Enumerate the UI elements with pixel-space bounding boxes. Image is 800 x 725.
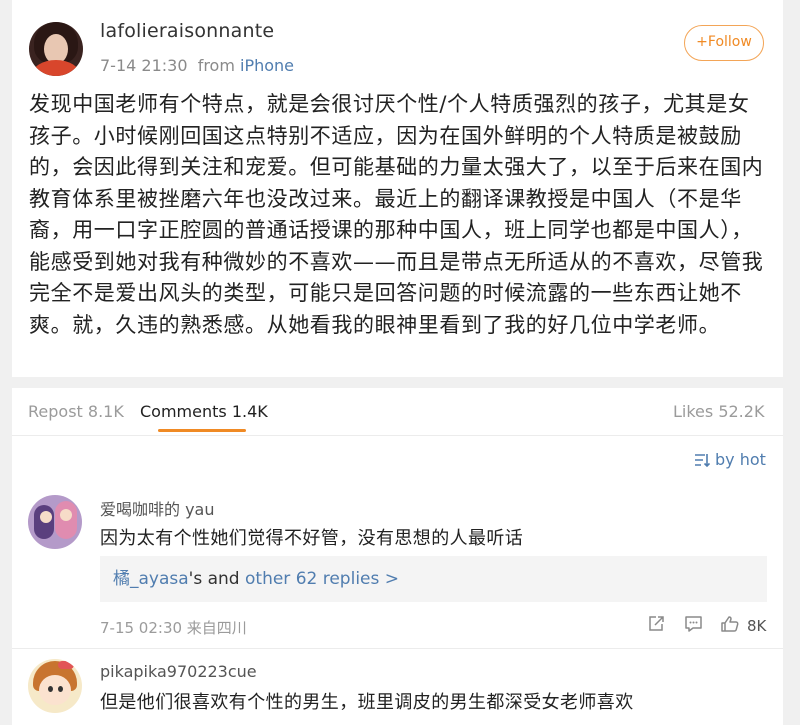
- post-time: 7-14 21:30: [100, 56, 188, 75]
- commenter-username[interactable]: pikapika970223cue: [100, 662, 257, 681]
- active-tab-indicator: [158, 429, 246, 432]
- comment-text: 但是他们很喜欢有个性的男生，班里调皮的男生都深受女老师喜欢: [100, 692, 634, 713]
- sort-icon: [695, 454, 711, 468]
- commenter-avatar[interactable]: [28, 495, 82, 549]
- sort-by-hot-button[interactable]: by hot: [694, 450, 766, 469]
- tab-repost[interactable]: Repost 8.1K: [28, 402, 124, 421]
- replies-mid-text: 's and: [188, 569, 245, 589]
- comment-time: 7-15 02:30 来自四川: [100, 619, 247, 637]
- like-icon[interactable]: [720, 615, 740, 637]
- post-from-label: from: [197, 56, 235, 75]
- author-username[interactable]: lafolieraisonnante: [100, 20, 274, 42]
- sort-label: by hot: [715, 450, 766, 469]
- commenter-avatar[interactable]: [28, 659, 82, 713]
- post-source: iPhone: [240, 56, 295, 75]
- reply-user-link[interactable]: 橘_ayasa: [113, 569, 189, 589]
- share-icon[interactable]: [647, 615, 665, 637]
- tab-comments[interactable]: Comments 1.4K: [140, 402, 268, 421]
- replies-summary[interactable]: 橘_ayasa's and other 62 replies >: [100, 556, 767, 602]
- tab-likes[interactable]: Likes 52.2K: [673, 402, 764, 421]
- post-card: lafolieraisonnante 7-14 21:30 from iPhon…: [12, 0, 783, 377]
- more-replies-link[interactable]: other 62 replies >: [245, 569, 399, 589]
- divider: [12, 648, 783, 649]
- follow-button[interactable]: +Follow: [684, 25, 764, 61]
- comments-card: Repost 8.1K Comments 1.4K Likes 52.2K by…: [12, 388, 783, 725]
- like-count: 8K: [747, 617, 767, 635]
- divider: [12, 435, 783, 436]
- comment-text: 因为太有个性她们觉得不好管，没有思想的人最听话: [100, 528, 524, 549]
- author-avatar[interactable]: [29, 22, 83, 76]
- comment-icon[interactable]: [684, 615, 703, 637]
- post-text: 发现中国老师有个特点，就是会很讨厌个性/个人特质强烈的孩子，尤其是女孩子。小时候…: [29, 92, 764, 337]
- commenter-username[interactable]: 爱喝咖啡的 yau: [100, 496, 215, 520]
- post-meta: 7-14 21:30 from iPhone: [100, 56, 294, 75]
